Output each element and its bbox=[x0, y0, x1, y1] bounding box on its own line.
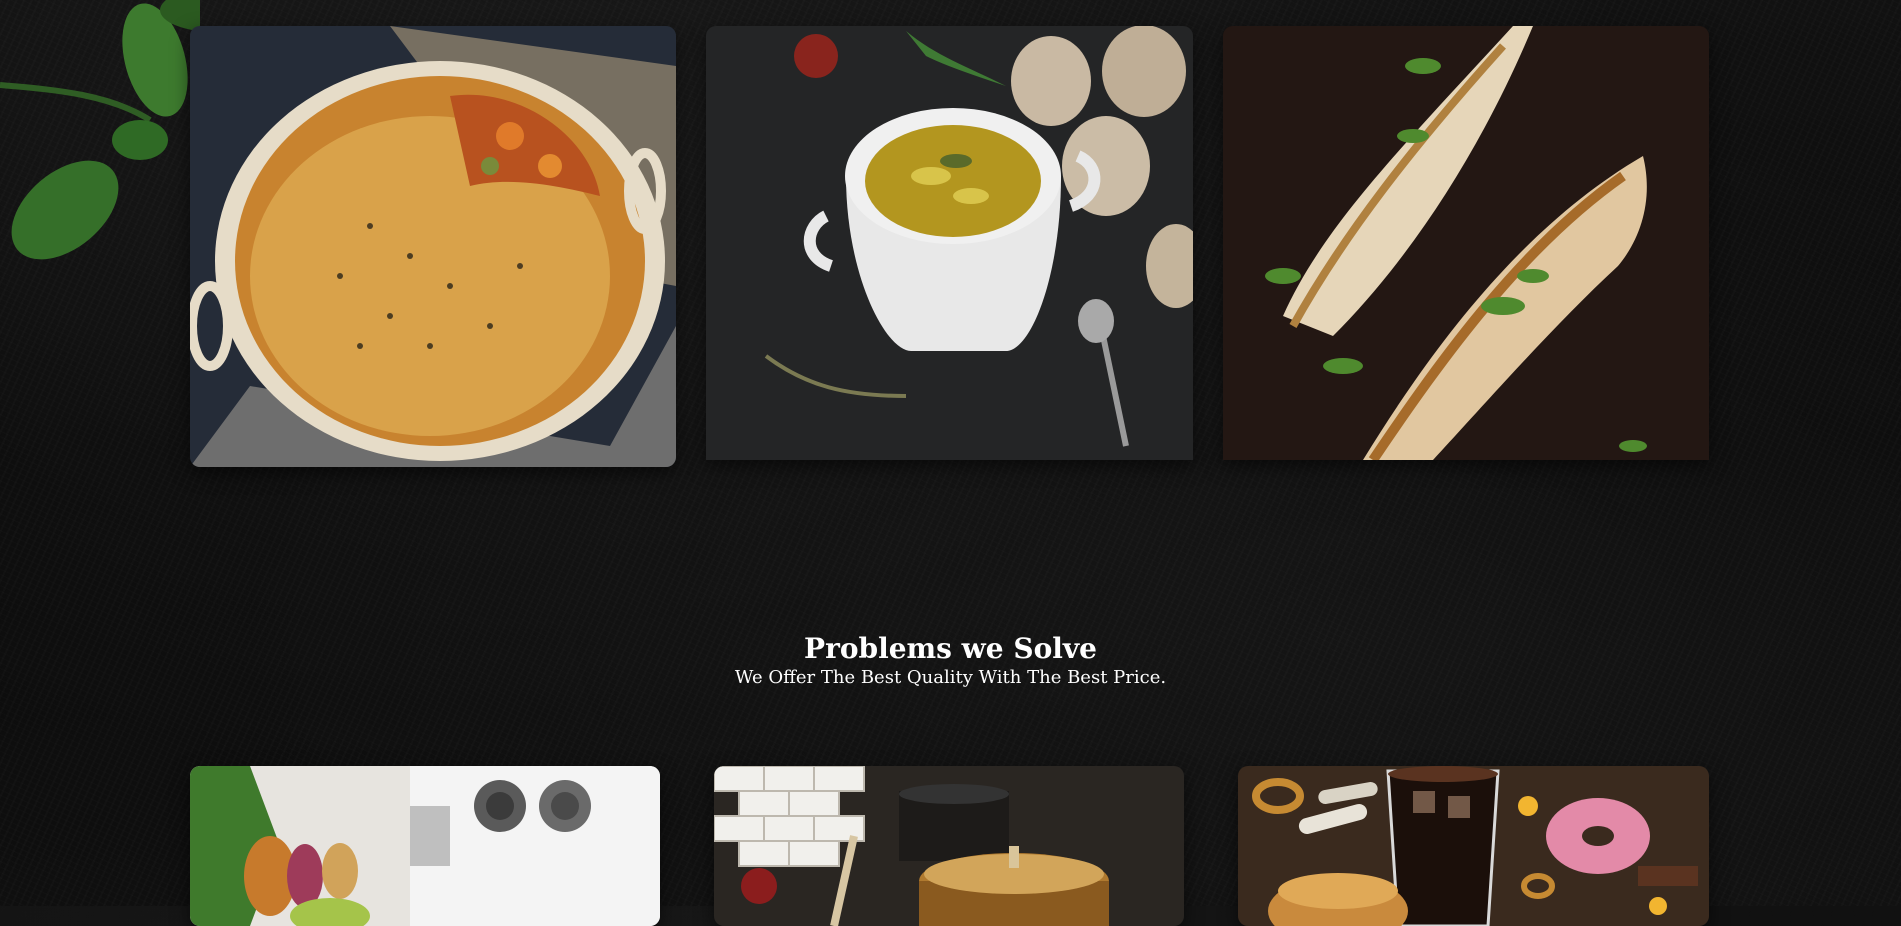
problems-section-heading: Problems we Solve We Offer The Best Qual… bbox=[0, 632, 1901, 690]
section-title: Problems we Solve bbox=[804, 632, 1097, 665]
basil-leaves-decoration bbox=[0, 0, 200, 260]
copper-pot-kitchen-image bbox=[714, 766, 1184, 926]
grilled-fish-image bbox=[1223, 26, 1709, 460]
junk-food-cola-image bbox=[1238, 766, 1709, 926]
fresh-produce-kitchen-image bbox=[190, 766, 660, 926]
pot-pie-image bbox=[190, 26, 676, 467]
clam-soup-image bbox=[706, 26, 1193, 460]
section-subtitle: We Offer The Best Quality With The Best … bbox=[734, 667, 1167, 688]
